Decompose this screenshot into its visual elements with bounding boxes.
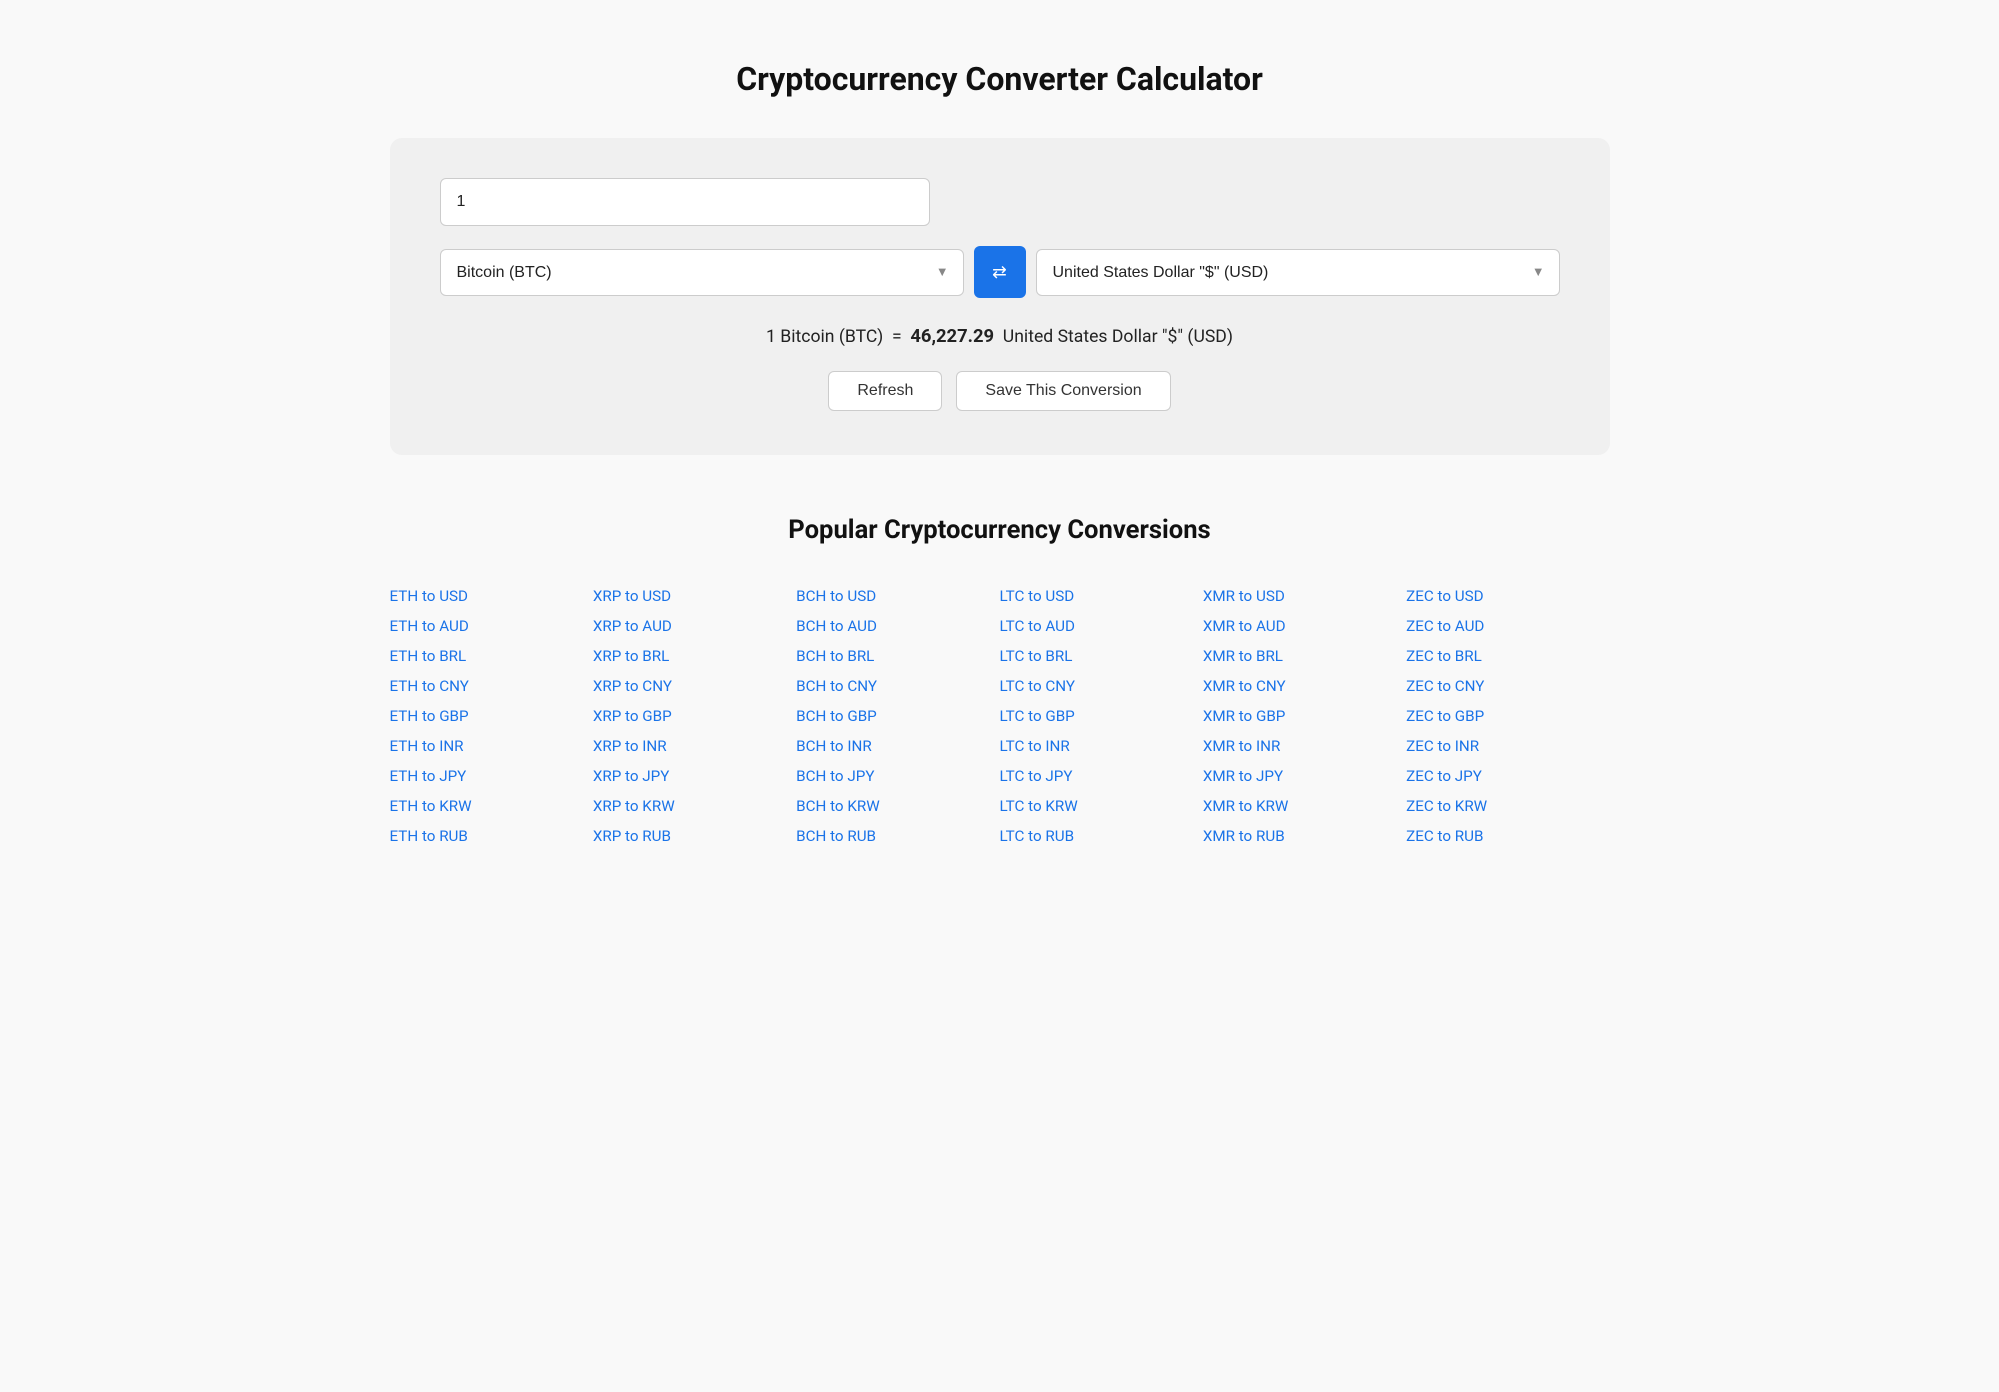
converter-card: Bitcoin (BTC) Ethereum (ETH) Ripple (XRP…: [390, 138, 1610, 455]
conversion-link[interactable]: BCH to AUD: [796, 611, 999, 641]
conversions-column-ltc: LTC to USDLTC to AUDLTC to BRLLTC to CNY…: [999, 581, 1202, 851]
conversion-link[interactable]: XRP to AUD: [593, 611, 796, 641]
page-container: Cryptocurrency Converter Calculator Bitc…: [350, 0, 1650, 911]
conversion-link[interactable]: ZEC to GBP: [1406, 701, 1609, 731]
conversion-link[interactable]: XRP to RUB: [593, 821, 796, 851]
result-equals: =: [892, 327, 902, 347]
save-conversion-button[interactable]: Save This Conversion: [956, 371, 1170, 411]
conversion-link[interactable]: ETH to CNY: [390, 671, 593, 701]
conversion-link[interactable]: XMR to GBP: [1203, 701, 1406, 731]
conversion-link[interactable]: LTC to JPY: [999, 761, 1202, 791]
to-currency-wrapper: United States Dollar "$" (USD) Australia…: [1036, 249, 1560, 296]
conversion-link[interactable]: LTC to BRL: [999, 641, 1202, 671]
conversion-link[interactable]: LTC to USD: [999, 581, 1202, 611]
conversion-link[interactable]: ZEC to JPY: [1406, 761, 1609, 791]
conversions-column-bch: BCH to USDBCH to AUDBCH to BRLBCH to CNY…: [796, 581, 999, 851]
conversion-link[interactable]: XRP to USD: [593, 581, 796, 611]
conversion-link[interactable]: ZEC to BRL: [1406, 641, 1609, 671]
amount-input[interactable]: [440, 178, 930, 226]
conversion-link[interactable]: BCH to JPY: [796, 761, 999, 791]
conversion-link[interactable]: XMR to USD: [1203, 581, 1406, 611]
conversion-link[interactable]: BCH to KRW: [796, 791, 999, 821]
conversion-link[interactable]: ETH to KRW: [390, 791, 593, 821]
conversion-link[interactable]: XRP to KRW: [593, 791, 796, 821]
conversion-link[interactable]: BCH to CNY: [796, 671, 999, 701]
conversion-link[interactable]: ZEC to RUB: [1406, 821, 1609, 851]
conversion-link[interactable]: BCH to USD: [796, 581, 999, 611]
conversion-link[interactable]: XRP to JPY: [593, 761, 796, 791]
result-value: 46,227.29: [910, 326, 994, 347]
conversion-link[interactable]: LTC to KRW: [999, 791, 1202, 821]
conversion-link[interactable]: ZEC to AUD: [1406, 611, 1609, 641]
conversion-link[interactable]: XMR to JPY: [1203, 761, 1406, 791]
conversion-link[interactable]: LTC to GBP: [999, 701, 1202, 731]
conversion-link[interactable]: ETH to AUD: [390, 611, 593, 641]
conversion-link[interactable]: ETH to RUB: [390, 821, 593, 851]
result-prefix: 1 Bitcoin (BTC): [766, 327, 883, 347]
conversions-column-eth: ETH to USDETH to AUDETH to BRLETH to CNY…: [390, 581, 593, 851]
conversion-link[interactable]: BCH to RUB: [796, 821, 999, 851]
conversion-link[interactable]: ZEC to USD: [1406, 581, 1609, 611]
swap-icon: ⇄: [992, 262, 1007, 283]
conversion-link[interactable]: LTC to INR: [999, 731, 1202, 761]
conversion-link[interactable]: ETH to USD: [390, 581, 593, 611]
conversion-link[interactable]: LTC to CNY: [999, 671, 1202, 701]
popular-section: Popular Cryptocurrency Conversions ETH t…: [390, 515, 1610, 851]
conversion-link[interactable]: XRP to BRL: [593, 641, 796, 671]
conversion-link[interactable]: XMR to RUB: [1203, 821, 1406, 851]
conversion-link[interactable]: XRP to INR: [593, 731, 796, 761]
conversion-link[interactable]: BCH to GBP: [796, 701, 999, 731]
conversions-column-zec: ZEC to USDZEC to AUDZEC to BRLZEC to CNY…: [1406, 581, 1609, 851]
from-currency-select[interactable]: Bitcoin (BTC) Ethereum (ETH) Ripple (XRP…: [441, 250, 963, 295]
action-buttons: Refresh Save This Conversion: [440, 371, 1560, 411]
conversion-link[interactable]: ZEC to KRW: [1406, 791, 1609, 821]
conversion-link[interactable]: XMR to CNY: [1203, 671, 1406, 701]
conversion-link[interactable]: ETH to GBP: [390, 701, 593, 731]
conversion-link[interactable]: XRP to CNY: [593, 671, 796, 701]
popular-title: Popular Cryptocurrency Conversions: [390, 515, 1610, 545]
page-title: Cryptocurrency Converter Calculator: [390, 60, 1610, 98]
to-currency-select[interactable]: United States Dollar "$" (USD) Australia…: [1037, 250, 1559, 295]
currency-row: Bitcoin (BTC) Ethereum (ETH) Ripple (XRP…: [440, 246, 1560, 298]
conversion-link[interactable]: LTC to AUD: [999, 611, 1202, 641]
result-suffix: United States Dollar "$" (USD): [1003, 327, 1233, 347]
conversion-link[interactable]: ETH to BRL: [390, 641, 593, 671]
conversion-link[interactable]: XRP to GBP: [593, 701, 796, 731]
swap-button[interactable]: ⇄: [974, 246, 1026, 298]
conversion-link[interactable]: LTC to RUB: [999, 821, 1202, 851]
conversion-link[interactable]: ETH to INR: [390, 731, 593, 761]
conversions-column-xrp: XRP to USDXRP to AUDXRP to BRLXRP to CNY…: [593, 581, 796, 851]
result-line: 1 Bitcoin (BTC) = 46,227.29 United State…: [440, 326, 1560, 347]
conversion-link[interactable]: BCH to BRL: [796, 641, 999, 671]
conversion-link[interactable]: XMR to INR: [1203, 731, 1406, 761]
conversion-link[interactable]: BCH to INR: [796, 731, 999, 761]
conversion-link[interactable]: XMR to AUD: [1203, 611, 1406, 641]
conversion-link[interactable]: ZEC to CNY: [1406, 671, 1609, 701]
conversions-grid: ETH to USDETH to AUDETH to BRLETH to CNY…: [390, 581, 1610, 851]
conversion-link[interactable]: XMR to BRL: [1203, 641, 1406, 671]
conversions-column-xmr: XMR to USDXMR to AUDXMR to BRLXMR to CNY…: [1203, 581, 1406, 851]
conversion-link[interactable]: ZEC to INR: [1406, 731, 1609, 761]
refresh-button[interactable]: Refresh: [828, 371, 942, 411]
conversion-link[interactable]: ETH to JPY: [390, 761, 593, 791]
from-currency-wrapper: Bitcoin (BTC) Ethereum (ETH) Ripple (XRP…: [440, 249, 964, 296]
conversion-link[interactable]: XMR to KRW: [1203, 791, 1406, 821]
